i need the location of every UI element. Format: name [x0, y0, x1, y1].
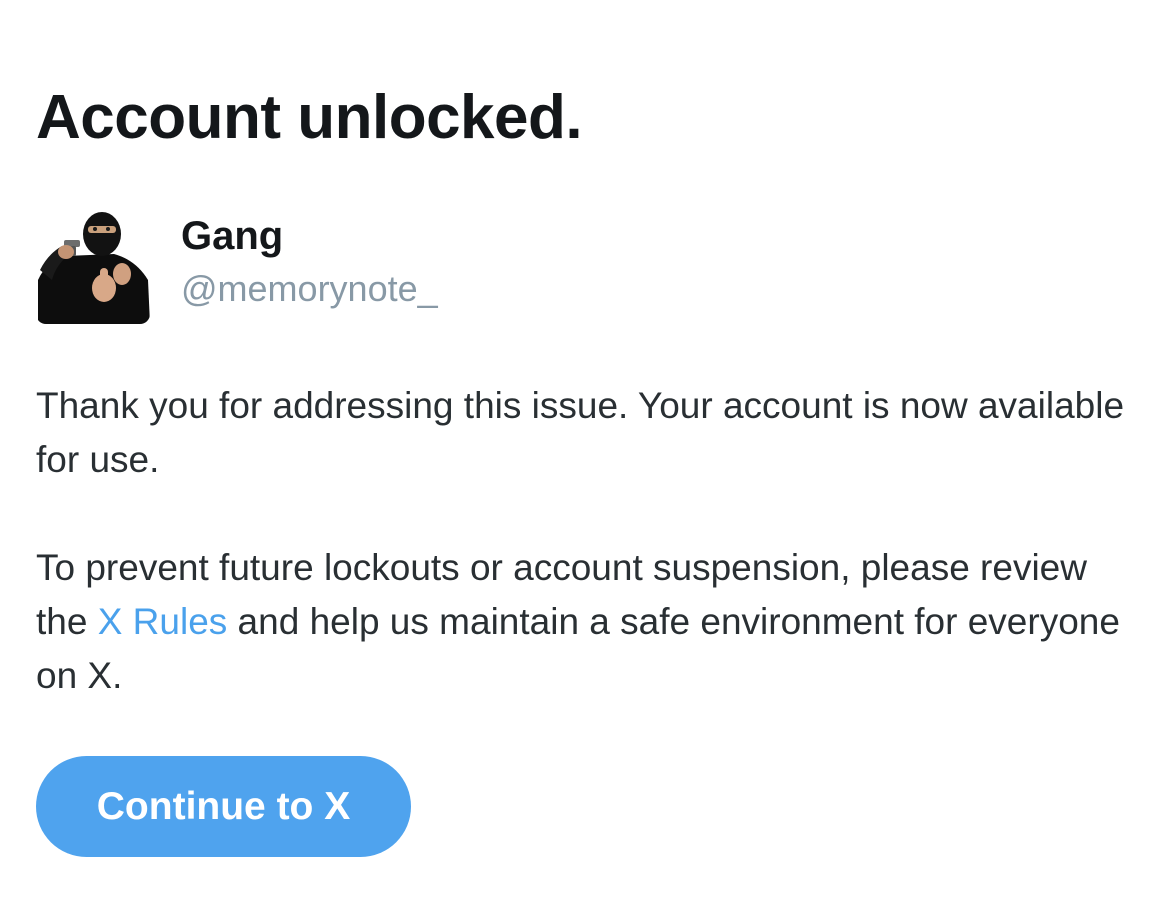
page-title: Account unlocked.	[36, 83, 583, 152]
avatar-image	[36, 210, 150, 324]
x-rules-link[interactable]: X Rules	[98, 601, 228, 642]
unlock-message: Thank you for addressing this issue. You…	[36, 385, 1125, 480]
rules-reminder-message: To prevent future lockouts or account su…	[36, 541, 1126, 703]
account-card: Gang @memorynote_	[36, 206, 636, 326]
display-name: Gang	[181, 214, 284, 258]
account-handle: @memorynote_	[181, 268, 438, 309]
continue-to-x-button[interactable]: Continue to X	[36, 756, 411, 857]
masked-person-avatar	[36, 210, 150, 324]
